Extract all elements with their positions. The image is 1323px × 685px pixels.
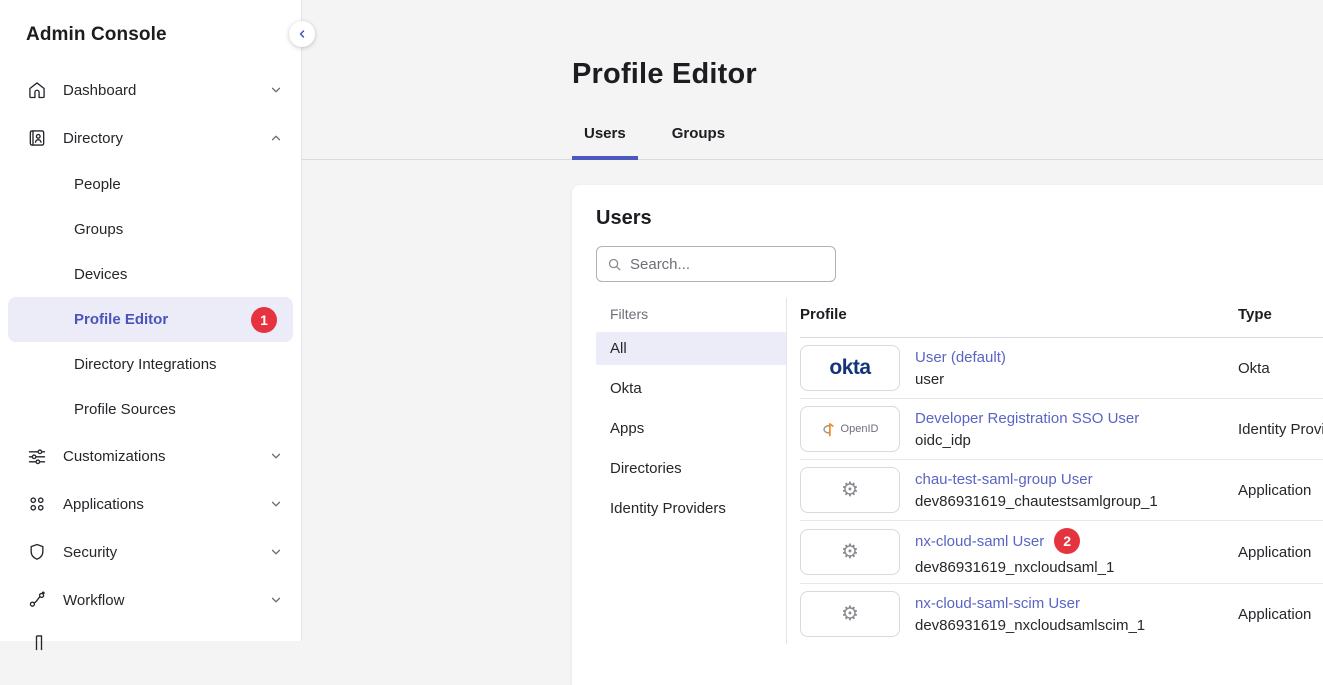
sidebar-item-label: Groups bbox=[74, 221, 277, 238]
filter-identity-providers[interactable]: Identity Providers bbox=[596, 492, 786, 525]
filter-apps[interactable]: Apps bbox=[596, 412, 786, 445]
profile-subtitle: user bbox=[915, 371, 1006, 388]
search-icon bbox=[607, 257, 622, 272]
sidebar-item-applications[interactable]: Applications bbox=[0, 480, 301, 528]
profile-link[interactable]: nx-cloud-saml-scim User bbox=[915, 595, 1080, 612]
search-input[interactable] bbox=[630, 256, 825, 273]
sidebar-item-label: People bbox=[74, 176, 277, 193]
grid-dots-icon bbox=[27, 494, 47, 514]
tab-groups[interactable]: Groups bbox=[660, 125, 737, 160]
column-header-type: Type bbox=[1238, 298, 1323, 338]
sidebar-item-security[interactable]: Security bbox=[0, 528, 301, 576]
profile-link[interactable]: chau-test-saml-group User bbox=[915, 471, 1093, 488]
filter-all[interactable]: All bbox=[596, 332, 786, 365]
chevron-down-icon bbox=[269, 593, 283, 607]
sidebar-item-label: Directory bbox=[63, 130, 269, 147]
column-header-profile: Profile bbox=[800, 298, 1238, 338]
profiles-table: Profile Type okta bbox=[800, 298, 1323, 644]
tab-bar: Users Groups bbox=[302, 123, 1323, 160]
tab-users[interactable]: Users bbox=[572, 125, 638, 160]
sidebar-item-profile-sources[interactable]: Profile Sources bbox=[8, 387, 293, 432]
profile-type: Okta bbox=[1238, 338, 1323, 399]
chevron-down-icon bbox=[269, 449, 283, 463]
sidebar-item-groups[interactable]: Groups bbox=[8, 207, 293, 252]
panel-title: Users bbox=[596, 207, 1323, 230]
chevron-up-icon bbox=[269, 131, 283, 145]
profile-type: Application bbox=[1238, 460, 1323, 521]
sidebar-item-label: Directory Integrations bbox=[74, 356, 277, 373]
sidebar-item-label: Applications bbox=[63, 496, 269, 513]
sidebar-item-customizations[interactable]: Customizations bbox=[0, 432, 301, 480]
table-row: ⚙ chau-test-saml-group User dev86931619_… bbox=[800, 460, 1323, 521]
sidebar-item-label: Security bbox=[63, 544, 269, 561]
sidebar-item-label: Profile Editor bbox=[74, 311, 251, 328]
sidebar-item-profile-editor[interactable]: Profile Editor 1 bbox=[8, 297, 293, 342]
profile-subtitle: oidc_idp bbox=[915, 432, 1139, 449]
profile-subtitle: dev86931619_nxcloudsamlscim_1 bbox=[915, 617, 1145, 634]
sidebar-item-directory-integrations[interactable]: Directory Integrations bbox=[8, 342, 293, 387]
sidebar-item-label: Workflow bbox=[63, 592, 269, 609]
profile-link[interactable]: nx-cloud-saml User bbox=[915, 533, 1044, 550]
okta-logo: okta bbox=[800, 345, 900, 391]
sidebar-item-label: Devices bbox=[74, 266, 277, 283]
table-row: okta User (default) user bbox=[800, 338, 1323, 399]
panel-body: Filters All Okta Apps Directories Identi… bbox=[596, 298, 1323, 644]
sidebar-item-people[interactable]: People bbox=[8, 162, 293, 207]
main-content: Profile Editor Users Groups Users Filter… bbox=[302, 0, 1323, 641]
filter-okta[interactable]: Okta bbox=[596, 372, 786, 405]
gear-icon: ⚙ bbox=[800, 529, 900, 575]
sliders-icon bbox=[27, 446, 47, 466]
gear-icon: ⚙ bbox=[800, 591, 900, 637]
search-box bbox=[596, 246, 836, 282]
page-title: Profile Editor bbox=[572, 58, 757, 91]
users-panel: Users Filters All Okta Apps Directories … bbox=[572, 185, 1323, 685]
chevron-left-icon bbox=[296, 28, 308, 40]
filter-directories[interactable]: Directories bbox=[596, 452, 786, 485]
sidebar-item-label: Profile Sources bbox=[74, 401, 277, 418]
profile-link[interactable]: User (default) bbox=[915, 349, 1006, 366]
workflow-icon bbox=[27, 590, 47, 610]
profile-type: Application bbox=[1238, 584, 1323, 645]
sidebar-item-workflow[interactable]: Workflow bbox=[0, 576, 301, 624]
table-row: OpenID Developer Registration SSO User o… bbox=[800, 399, 1323, 460]
sidebar-item-label: Dashboard bbox=[63, 82, 269, 99]
chevron-down-icon bbox=[269, 83, 283, 97]
table-row: ⚙ nx-cloud-saml User 2 dev86931619_nxclo… bbox=[800, 521, 1323, 584]
filters-title: Filters bbox=[596, 302, 786, 332]
sidebar-nav: Dashboard Directory People Groups Device… bbox=[0, 66, 301, 624]
sidebar-item-devices[interactable]: Devices bbox=[8, 252, 293, 297]
chevron-down-icon bbox=[269, 545, 283, 559]
profiles-table-wrap: Profile Type okta bbox=[787, 298, 1323, 644]
table-header-row: Profile Type bbox=[800, 298, 1323, 338]
sidebar-item-label: Customizations bbox=[63, 448, 269, 465]
openid-mark-icon bbox=[822, 421, 837, 437]
annotation-badge-2: 2 bbox=[1054, 528, 1080, 554]
sidebar: Admin Console Dashboard Directory bbox=[0, 0, 302, 641]
sidebar-collapse-button[interactable] bbox=[289, 21, 315, 47]
gear-icon: ⚙ bbox=[800, 467, 900, 513]
profile-subtitle: dev86931619_chautestsamlgroup_1 bbox=[915, 493, 1158, 510]
profile-subtitle: dev86931619_nxcloudsaml_1 bbox=[915, 559, 1114, 576]
app-title: Admin Console bbox=[0, 0, 301, 56]
profile-type: Identity Provider bbox=[1238, 399, 1323, 460]
profile-type: Application bbox=[1238, 521, 1323, 584]
id-card-icon bbox=[27, 128, 47, 148]
annotation-badge-1: 1 bbox=[251, 307, 277, 333]
home-icon bbox=[27, 80, 47, 100]
table-row: ⚙ nx-cloud-saml-scim User dev86931619_nx… bbox=[800, 584, 1323, 645]
reports-icon bbox=[29, 633, 49, 653]
sidebar-item-dashboard[interactable]: Dashboard bbox=[0, 66, 301, 114]
chevron-down-icon bbox=[269, 497, 283, 511]
shield-icon bbox=[27, 542, 47, 562]
profile-link[interactable]: Developer Registration SSO User bbox=[915, 410, 1139, 427]
sidebar-item-directory[interactable]: Directory bbox=[0, 114, 301, 162]
filters-panel: Filters All Okta Apps Directories Identi… bbox=[596, 298, 786, 644]
openid-logo: OpenID bbox=[800, 406, 900, 452]
